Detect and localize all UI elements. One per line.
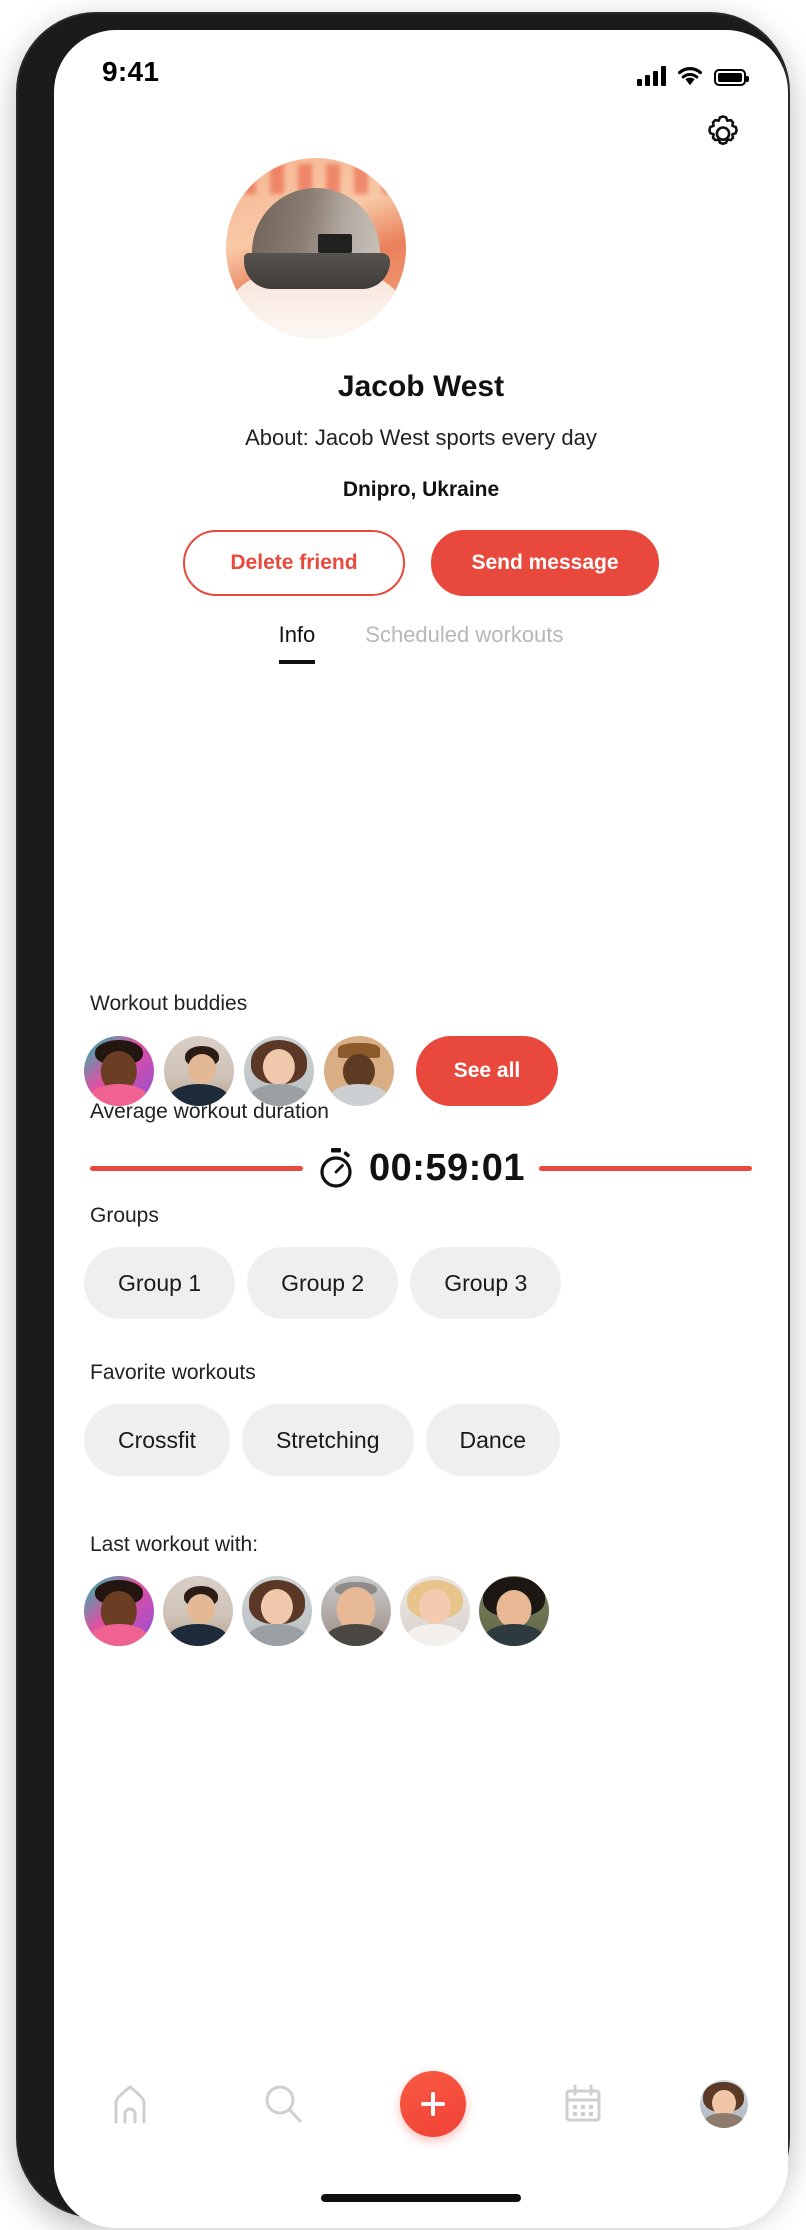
favorite-workout-chip-1[interactable]: Crossfit <box>84 1404 230 1476</box>
buddy-avatar-1[interactable] <box>84 1036 154 1106</box>
phone-frame: 9:41 Jacob West About: Jacob West sports… <box>18 14 788 2228</box>
stopwatch-icon <box>320 1148 352 1188</box>
last-workout-avatar-2[interactable] <box>163 1576 233 1646</box>
groups-title: Groups <box>90 1204 159 1227</box>
group-chip-3[interactable]: Group 3 <box>410 1247 562 1319</box>
average-duration-value: 00:59:01 <box>368 1146 526 1189</box>
average-duration-row: 00:59:01 <box>90 1138 752 1198</box>
last-workout-avatar-3[interactable] <box>242 1576 312 1646</box>
group-chip-2[interactable]: Group 2 <box>247 1247 399 1319</box>
profile-actions: Delete friend Send message <box>54 530 788 596</box>
group-chip-1[interactable]: Group 1 <box>84 1247 236 1319</box>
favorite-workout-chip-2[interactable]: Stretching <box>241 1404 414 1476</box>
home-icon[interactable] <box>94 2068 166 2140</box>
last-workout-avatar-5[interactable] <box>400 1576 470 1646</box>
gear-icon[interactable] <box>700 112 746 158</box>
send-message-button[interactable]: Send message <box>431 530 659 596</box>
profile-location: Dnipro, Ukraine <box>342 478 500 501</box>
favorite-workouts-title: Favorite workouts <box>90 1361 256 1384</box>
status-bar: 9:41 <box>54 48 788 100</box>
profile-tabs: Info Scheduled workouts <box>54 622 788 664</box>
buddy-avatar-2[interactable] <box>164 1036 234 1106</box>
avatar-cap-brim <box>244 253 390 289</box>
profile-avatar-icon[interactable] <box>699 2080 748 2128</box>
buddy-avatar-3[interactable] <box>244 1036 314 1106</box>
add-icon[interactable] <box>399 2071 466 2137</box>
workout-buddies-title: Workout buddies <box>90 992 248 1015</box>
last-workout-title: Last workout with: <box>90 1533 259 1556</box>
groups-list: Group 1 Group 2 Group 3 <box>84 1247 562 1319</box>
duration-rule-left <box>90 1165 303 1171</box>
tab-scheduled-workouts[interactable]: Scheduled workouts <box>365 622 563 664</box>
last-workout-avatar-4[interactable] <box>321 1576 391 1646</box>
favorite-workouts-list: Crossfit Stretching Dance <box>84 1404 560 1476</box>
status-bar-icons <box>637 60 749 86</box>
home-indicator <box>321 2194 521 2202</box>
search-icon[interactable] <box>247 2068 319 2140</box>
workout-buddies-list: See all <box>84 1036 558 1106</box>
status-bar-time: 9:41 <box>102 56 160 87</box>
wifi-icon <box>677 66 703 86</box>
see-all-button[interactable]: See all <box>416 1036 558 1106</box>
calendar-icon[interactable] <box>547 2068 619 2140</box>
phone-screen: 9:41 Jacob West About: Jacob West sports… <box>54 30 788 2228</box>
profile-name: Jacob West <box>337 370 505 403</box>
duration-rule-right <box>539 1165 752 1171</box>
buddy-avatar-4[interactable] <box>324 1036 394 1106</box>
bottom-navigation-bar <box>54 2056 788 2152</box>
avatar-cap-tag <box>318 234 352 253</box>
favorite-workout-chip-3[interactable]: Dance <box>425 1404 560 1476</box>
tab-info[interactable]: Info <box>278 622 316 664</box>
profile-avatar[interactable] <box>226 158 406 338</box>
delete-friend-button[interactable]: Delete friend <box>183 530 405 596</box>
profile-about: About: Jacob West sports every day <box>245 425 597 450</box>
last-workout-avatar-1[interactable] <box>84 1576 154 1646</box>
last-workout-avatar-6[interactable] <box>479 1576 549 1646</box>
battery-full-icon <box>714 69 749 86</box>
cellular-signal-icon <box>637 66 666 86</box>
average-duration-title: Average workout duration <box>90 1100 329 1123</box>
last-workout-list <box>84 1576 549 1646</box>
